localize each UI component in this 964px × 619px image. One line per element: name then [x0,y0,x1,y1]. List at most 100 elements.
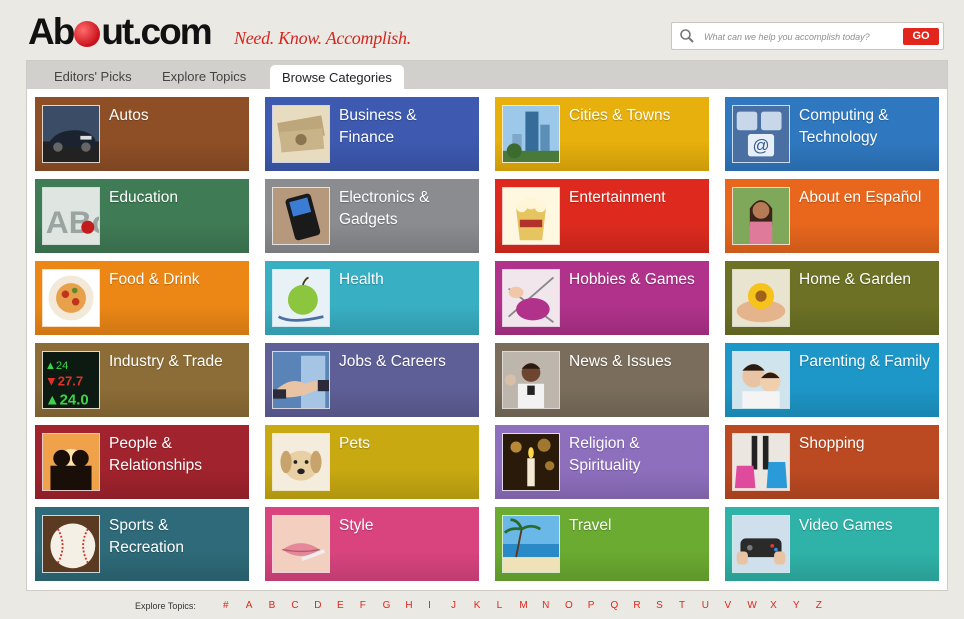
money-thumbnail [272,105,330,163]
category-label: Parenting & Family [799,353,930,370]
category-tile[interactable]: Shopping [725,425,939,499]
category-tile[interactable]: Pets [265,425,479,499]
category-tile[interactable]: Health [265,261,479,335]
category-tile[interactable]: Business & Finance [265,97,479,171]
tab-browse-categories[interactable]: Browse Categories [270,65,404,89]
svg-text:▼27.7: ▼27.7 [45,374,83,389]
alphabet-letter-link[interactable]: J [451,600,474,611]
svg-text:▲24.0: ▲24.0 [45,391,89,408]
alphabet-letter-link[interactable]: G [383,600,406,611]
category-tile[interactable]: Home & Garden [725,261,939,335]
category-tile[interactable]: Food & Drink [35,261,249,335]
category-tile[interactable]: Cities & Towns [495,97,709,171]
category-tile[interactable]: Style [265,507,479,581]
search-input[interactable] [702,27,896,47]
alphabet-letter-link[interactable]: S [656,600,679,611]
alphabet-letter-link[interactable]: F [360,600,383,611]
alphabet-letter-link[interactable]: L [497,600,520,611]
pasta-thumbnail [42,269,100,327]
keyboard-thumbnail: @ [732,105,790,163]
category-tile[interactable]: Hobbies & Games [495,261,709,335]
alphabet-letter-link[interactable]: P [588,600,611,611]
category-tile[interactable]: Video Games [725,507,939,581]
category-panel: Editors' Picks Explore Topics Browse Cat… [26,60,948,591]
alphabet-letter-link[interactable]: D [314,600,337,611]
category-label: Food & Drink [109,271,200,288]
category-label: About en Español [799,189,922,206]
category-label: Shopping [799,435,865,452]
reporter-thumbnail [502,351,560,409]
category-tile[interactable]: Religion & Spirituality [495,425,709,499]
category-label: Pets [339,435,371,452]
abc-blocks-thumbnail: ABc [42,187,100,245]
woman-thumbnail [732,187,790,245]
category-tile[interactable]: Parenting & Family [725,343,939,417]
category-tile[interactable]: About en Español [725,179,939,253]
family-thumbnail [732,351,790,409]
alphabet-letter-link[interactable]: Q [611,600,634,611]
category-label: Health [339,271,384,288]
logo-dot-icon [74,21,101,47]
category-label: News & Issues [569,353,672,370]
alphabet-letter-link[interactable]: # [223,600,246,611]
tab-explore-topics[interactable]: Explore Topics [162,69,246,84]
category-tile[interactable]: News & Issues [495,343,709,417]
beach-thumbnail [502,515,560,573]
category-tile[interactable]: People & Relationships [35,425,249,499]
alphabet-letter-link[interactable]: K [474,600,497,611]
category-label: Video Games [799,517,893,534]
category-label: Travel [569,517,612,534]
alphabet-index: # A B C D E F G H I J K L M N O P Q R S T U V W X Y Z [223,600,839,611]
alphabet-letter-link[interactable]: N [542,600,565,611]
alphabet-letter-link[interactable]: R [633,600,656,611]
shopping-bags-thumbnail [732,433,790,491]
svg-text:▲24: ▲24 [45,360,69,372]
alphabet-letter-link[interactable]: T [679,600,702,611]
flower-thumbnail [732,269,790,327]
category-label: People & Relationships [109,435,203,474]
category-tile[interactable]: Travel [495,507,709,581]
game-controller-thumbnail [732,515,790,573]
category-label: Education [109,189,178,206]
alphabet-letter-link[interactable]: B [269,600,292,611]
about-logo[interactable]: Ab ut.com [28,12,213,52]
category-tile[interactable]: ABc Education [35,179,249,253]
category-tile[interactable]: Jobs & Careers [265,343,479,417]
category-label: Jobs & Careers [339,353,446,370]
category-label: Style [339,517,374,534]
alphabet-letter-link[interactable]: C [291,600,314,611]
category-tile[interactable]: Sports & Recreation [35,507,249,581]
popcorn-thumbnail [502,187,560,245]
category-label: Business & Finance [339,107,417,146]
category-label: Hobbies & Games [569,271,695,288]
category-tile[interactable]: ▲24 ▼27.7 ▲24.0 Industry & Trade [35,343,249,417]
alphabet-letter-link[interactable]: M [519,600,542,611]
category-label: Religion & Spirituality [569,435,641,474]
alphabet-letter-link[interactable]: Z [816,600,839,611]
alphabet-letter-link[interactable]: E [337,600,360,611]
alphabet-letter-link[interactable]: W [747,600,770,611]
category-tile[interactable]: Electronics & Gadgets [265,179,479,253]
alphabet-letter-link[interactable]: Y [793,600,816,611]
search-go-button[interactable]: GO [903,28,939,45]
alphabet-letter-link[interactable]: A [246,600,269,611]
category-tile[interactable]: @ Computing & Technology [725,97,939,171]
car-thumbnail [42,105,100,163]
category-label: Industry & Trade [109,353,223,370]
svg-text:@: @ [752,136,769,155]
category-label: Electronics & Gadgets [339,189,430,228]
puppy-thumbnail [272,433,330,491]
lips-thumbnail [272,515,330,573]
baseball-thumbnail [42,515,100,573]
alphabet-letter-link[interactable]: O [565,600,588,611]
tab-editors-picks[interactable]: Editors' Picks [54,69,132,84]
alphabet-letter-link[interactable]: X [770,600,793,611]
alphabet-letter-link[interactable]: H [405,600,428,611]
alphabet-letter-link[interactable]: I [428,600,451,611]
alphabet-letter-link[interactable]: V [725,600,748,611]
category-tile[interactable]: Autos [35,97,249,171]
category-label: Sports & Recreation [109,517,184,556]
category-label: Computing & Technology [799,107,889,146]
alphabet-letter-link[interactable]: U [702,600,725,611]
category-tile[interactable]: Entertainment [495,179,709,253]
